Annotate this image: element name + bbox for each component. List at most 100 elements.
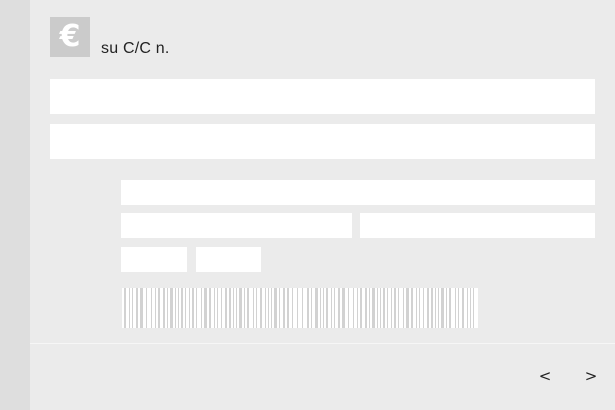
barcode-bar xyxy=(132,288,133,328)
barcode-bar xyxy=(124,288,126,328)
barcode-bar xyxy=(365,288,367,328)
barcode-bar xyxy=(473,288,474,328)
barcode-bar xyxy=(181,288,183,328)
barcode-bar xyxy=(167,288,168,328)
barcode-bar xyxy=(446,288,447,328)
barcode-bar xyxy=(274,288,277,328)
barcode-bar xyxy=(455,288,456,328)
barcode-bar xyxy=(406,288,409,328)
barcode-bar xyxy=(334,288,335,328)
barcode-bar xyxy=(377,288,378,328)
barcode-bar xyxy=(441,288,444,328)
barcode-bar xyxy=(372,288,375,328)
barcode-bar xyxy=(233,288,234,328)
barcode-bar xyxy=(225,288,227,328)
barcode-bar xyxy=(387,288,388,328)
barcode-bar xyxy=(239,288,242,328)
input-field-5[interactable] xyxy=(360,213,595,238)
barcode-bar xyxy=(369,288,370,328)
barcode-bar xyxy=(394,288,396,328)
barcode-bar xyxy=(163,288,165,328)
barcode-bar xyxy=(398,288,399,328)
barcode-bar xyxy=(151,288,152,328)
barcode-bar xyxy=(391,288,392,328)
barcode-bar xyxy=(221,288,222,328)
barcode-bar xyxy=(342,288,345,328)
barcode-bar xyxy=(265,288,266,328)
barcode-bar xyxy=(320,288,321,328)
input-field-7[interactable] xyxy=(196,247,261,272)
barcode-bar xyxy=(435,288,436,328)
barcode-bar xyxy=(323,288,324,328)
barcode-bar xyxy=(170,288,173,328)
barcode-bar xyxy=(427,288,429,328)
barcode-bar xyxy=(175,288,176,328)
input-field-3[interactable] xyxy=(121,180,595,205)
barcode-bar xyxy=(201,288,202,328)
barcode-bar xyxy=(209,288,211,328)
barcode-bar xyxy=(380,288,381,328)
barcode-bar xyxy=(196,288,197,328)
barcode-bar xyxy=(431,288,433,328)
barcode-bar xyxy=(136,288,138,328)
barcode-bar xyxy=(256,288,257,328)
barcode-bar xyxy=(331,288,332,328)
barcode-bar xyxy=(155,288,156,328)
barcode-bar xyxy=(244,288,245,328)
barcode-bar xyxy=(236,288,237,328)
barcode-bar xyxy=(326,288,328,328)
barcode-bar xyxy=(146,288,147,328)
barcode-bar xyxy=(140,288,143,328)
barcode-bar xyxy=(129,288,130,328)
input-field-2[interactable] xyxy=(50,124,595,159)
barcode-bar xyxy=(360,288,362,328)
barcode-bar xyxy=(185,288,186,328)
barcode-bar xyxy=(158,288,160,328)
barcode-bar xyxy=(253,288,254,328)
barcode-bar xyxy=(302,288,303,328)
barcode-bar xyxy=(353,288,354,328)
barcode-bar xyxy=(438,288,439,328)
barcode-bar xyxy=(462,288,464,328)
barcode-bar xyxy=(403,288,404,328)
barcode-bar xyxy=(214,288,215,328)
barcode-bar xyxy=(279,288,280,328)
barcode-bar xyxy=(247,288,249,328)
barcode-bar xyxy=(189,288,190,328)
barcode-bar xyxy=(315,288,318,328)
barcode-bar xyxy=(297,288,298,328)
account-label: su C/C n. xyxy=(101,40,170,57)
barcode-bar xyxy=(283,288,285,328)
barcode-bar xyxy=(449,288,451,328)
barcode-bar xyxy=(178,288,179,328)
barcode-bar xyxy=(204,288,207,328)
barcode-bar xyxy=(271,288,272,328)
barcode-bar xyxy=(348,288,349,328)
barcode-bar xyxy=(260,288,262,328)
barcode-bar xyxy=(411,288,413,328)
barcode-bar xyxy=(458,288,459,328)
previous-button[interactable]: < xyxy=(535,366,555,386)
barcode-bar xyxy=(423,288,424,328)
left-sidebar-strip xyxy=(0,0,30,410)
euro-icon: € xyxy=(50,17,90,57)
footer-divider xyxy=(30,343,615,344)
barcode-icon xyxy=(122,288,478,328)
barcode-bar xyxy=(467,288,468,328)
next-button[interactable]: > xyxy=(581,366,601,386)
barcode-bar xyxy=(419,288,420,328)
barcode-bar xyxy=(383,288,385,328)
barcode-bar xyxy=(268,288,269,328)
barcode-bar xyxy=(217,288,218,328)
barcode-bar xyxy=(338,288,340,328)
barcode-bar xyxy=(416,288,417,328)
payment-slip-panel xyxy=(30,0,615,410)
input-field-6[interactable] xyxy=(121,247,187,272)
input-field-1[interactable] xyxy=(50,79,595,114)
barcode-bar xyxy=(307,288,309,328)
barcode-bar xyxy=(470,288,471,328)
barcode-bar xyxy=(357,288,358,328)
barcode-bar xyxy=(311,288,312,328)
barcode-bar xyxy=(287,288,289,328)
input-field-4[interactable] xyxy=(121,213,352,238)
